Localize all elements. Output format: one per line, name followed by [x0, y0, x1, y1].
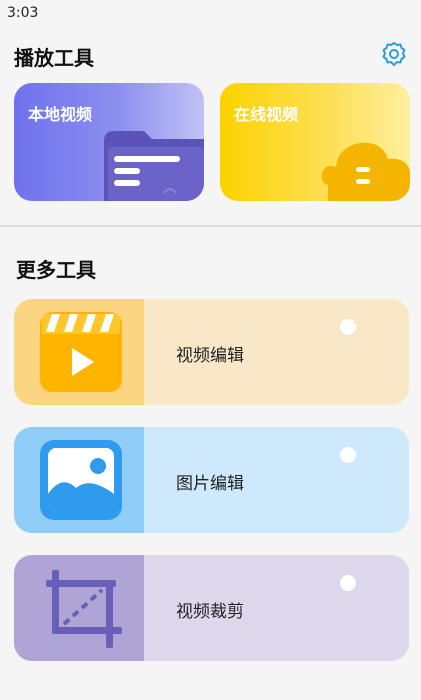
dot-indicator: [340, 319, 356, 335]
crop-icon: [46, 570, 122, 648]
online-video-label: 在线视频: [234, 105, 299, 124]
cloud-icon: [321, 142, 410, 201]
video-edit-icon-area: [14, 299, 144, 405]
more-tools-title: 更多工具: [16, 258, 96, 282]
status-time: 3:03: [7, 5, 39, 21]
image-edit-icon-area: [14, 427, 144, 533]
image-icon: [40, 440, 122, 520]
local-video-label: 本地视频: [28, 105, 93, 124]
video-crop-item[interactable]: 视频裁剪: [14, 555, 409, 661]
video-edit-label: 视频编辑: [176, 346, 244, 366]
local-video-card[interactable]: 本地视频: [14, 83, 204, 201]
gear-icon[interactable]: [380, 40, 408, 68]
video-clapper-icon: [40, 312, 122, 392]
play-tools-title: 播放工具: [14, 46, 94, 70]
dot-indicator: [340, 575, 356, 591]
dot-indicator: [340, 447, 356, 463]
section-divider: [0, 225, 421, 227]
video-edit-item[interactable]: 视频编辑: [14, 299, 409, 405]
online-video-card[interactable]: 在线视频: [220, 83, 410, 201]
video-crop-icon-area: [14, 555, 144, 661]
image-edit-item[interactable]: 图片编辑: [14, 427, 409, 533]
status-bar: 3:03: [0, 0, 421, 24]
video-crop-label: 视频裁剪: [176, 602, 244, 622]
image-edit-label: 图片编辑: [176, 474, 244, 494]
folder-icon: [104, 131, 204, 201]
